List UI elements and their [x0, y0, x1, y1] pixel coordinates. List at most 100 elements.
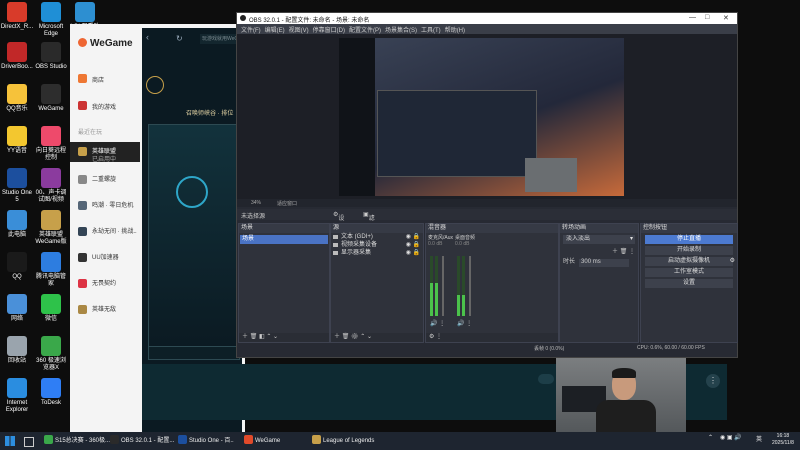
tray-expand-icon[interactable]: ⌃ — [708, 434, 713, 441]
down-icon[interactable]: ⌄ — [367, 334, 372, 340]
taskbar-app-label: S15总决赛 - 360极... — [55, 438, 111, 444]
desktop-icon[interactable]: 00、声卡调试图/视频 — [34, 168, 68, 204]
lock-icon[interactable]: 🔒 — [413, 241, 420, 249]
taskbar-app[interactable]: WeGame — [244, 435, 280, 447]
task-view-icon[interactable] — [24, 437, 34, 447]
ime-indicator[interactable]: 英 — [756, 434, 762, 443]
desktop-icon[interactable]: WeGame — [34, 84, 68, 113]
desktop-icon[interactable]: Studio One 5 — [0, 168, 34, 204]
start-virtual-camera-button[interactable]: 启动虚拟摄像机 ⚙ — [645, 257, 735, 266]
wegame-game-item[interactable]: 鸣潮 · 零日危机 — [70, 196, 140, 216]
wegame-game-item[interactable]: 英雄联盟 已启用中 — [70, 142, 140, 163]
lock-icon[interactable]: 🔒 — [413, 249, 420, 257]
desktop-icon[interactable]: QQ音乐 — [0, 84, 34, 113]
desktop-icon[interactable]: 网络 — [0, 294, 34, 323]
volume-fader[interactable] — [442, 256, 444, 316]
desktop-icon[interactable]: QQ — [0, 252, 34, 281]
desktop-icon[interactable]: Internet Explorer — [0, 378, 34, 414]
start-recording-button[interactable]: 开始录制 — [645, 246, 733, 255]
studio-mode-button[interactable]: 工作室模式 — [645, 268, 733, 277]
lol-bottom-button[interactable] — [538, 374, 554, 384]
mute-icon[interactable]: 🔊 ⋮ — [457, 320, 472, 327]
duration-input[interactable]: 300 ms — [579, 259, 630, 267]
close-icon[interactable]: ✕ — [723, 14, 729, 22]
menu-item[interactable]: 编辑(E) — [265, 25, 285, 34]
add-icon[interactable]: ＋ — [334, 334, 340, 340]
desktop-icon[interactable]: Microsoft Edge — [34, 2, 68, 38]
delete-icon[interactable]: 🗑 — [342, 334, 350, 340]
preview-fit-mode[interactable]: 适应窗口 — [277, 200, 297, 207]
desktop-icon[interactable]: DirectX_R... — [0, 2, 34, 31]
menu-item[interactable]: 配置文件(P) — [349, 25, 381, 34]
desktop-icon[interactable]: 向日葵远程控制 — [34, 126, 68, 162]
mute-icon[interactable]: 🔊 ⋮ — [430, 320, 445, 327]
wegame-game-item[interactable]: UU加速器 — [70, 248, 140, 268]
windows-start-icon[interactable] — [5, 436, 15, 446]
wegame-game-item[interactable]: 无畏契约 — [70, 274, 140, 294]
back-icon[interactable]: ‹ — [146, 32, 149, 42]
taskbar-app[interactable]: League of Legends — [312, 435, 374, 447]
desktop-icon-label: 此电脑 — [7, 232, 26, 238]
delete-icon[interactable]: 🗑 — [250, 334, 258, 340]
taskbar-app[interactable]: S15总决赛 - 360极... — [44, 435, 110, 447]
transition-select[interactable]: 淡入淡出 ▾ — [563, 235, 635, 244]
filter-icon[interactable]: ◧ — [259, 334, 265, 340]
eye-icon[interactable]: ◉ — [406, 241, 411, 249]
maximize-icon[interactable]: □ — [705, 14, 709, 21]
gear-icon[interactable]: ⚙ — [351, 334, 359, 340]
eye-icon[interactable]: ◉ — [406, 233, 411, 241]
desktop-icon[interactable]: 英雄联盟WeGame版 — [34, 210, 68, 246]
desktop-icon[interactable]: DriverBoo... — [0, 42, 34, 71]
taskbar-app[interactable]: Studio One - 百.. — [178, 435, 234, 447]
lock-icon[interactable]: 🔒 — [413, 233, 420, 241]
refresh-icon[interactable]: ↻ — [176, 34, 183, 43]
menu-item[interactable]: 帮助(H) — [445, 25, 465, 34]
menu-item[interactable]: 文件(F) — [241, 25, 261, 34]
add-icon[interactable]: ＋ — [242, 334, 248, 340]
source-item[interactable]: 文本 (GDI+) ◉ 🔒 — [331, 233, 423, 241]
desktop-icon[interactable]: YY语音 — [0, 126, 34, 155]
up-icon[interactable]: ⌃ — [360, 334, 365, 340]
menu-item[interactable]: 停靠窗口(D) — [313, 25, 345, 34]
more-icon[interactable]: ⋮ — [706, 374, 720, 388]
clock[interactable]: 16:18 2025/11/8 — [772, 433, 794, 447]
desktop-icon[interactable]: 此电脑 — [0, 210, 34, 239]
add-icon[interactable]: ＋ — [612, 249, 618, 255]
source-item[interactable]: 显示器采集 ◉ 🔒 — [331, 249, 423, 257]
source-item[interactable]: 视频采集设备 ◉ 🔒 — [331, 241, 423, 249]
desktop-icon[interactable]: OBS Studio — [34, 42, 68, 71]
wegame-game-item[interactable]: 二重螺旋 — [70, 170, 140, 190]
gear-icon[interactable]: ⚙ — [730, 257, 735, 266]
desktop-icon[interactable]: 微信 — [34, 294, 68, 323]
obs-preview[interactable] — [237, 34, 737, 199]
down-icon[interactable]: ⌄ — [273, 334, 278, 340]
tray-icons[interactable]: ◉ ▣ 🔊 — [720, 434, 742, 441]
volume-fader[interactable] — [469, 256, 471, 316]
taskbar-app[interactable]: OBS 32.0.1 - 配置... — [110, 435, 174, 447]
desktop-icon[interactable]: 回收站 — [0, 336, 34, 365]
up-icon[interactable]: ⌃ — [266, 334, 271, 340]
properties-tab[interactable]: ⚙ 设置 — [333, 211, 344, 231]
more-icon[interactable]: ⋮ — [629, 249, 635, 255]
settings-button[interactable]: 设置 — [645, 279, 733, 288]
desktop-icon[interactable]: ToDesk — [34, 378, 68, 407]
filters-tab[interactable]: ▣ 滤镜 — [363, 211, 375, 231]
menu-item[interactable]: 场景集合(S) — [385, 25, 417, 34]
delete-icon[interactable]: 🗑 — [620, 249, 628, 255]
scene-item[interactable]: 场景 — [240, 235, 328, 244]
menu-item[interactable]: 视图(V) — [289, 25, 309, 34]
wegame-game-item[interactable]: 英雄无敌 — [70, 300, 140, 320]
stop-streaming-button[interactable]: 停止直播 — [645, 235, 733, 244]
mixer-menu-icon[interactable]: ⚙ ⋮ — [429, 334, 442, 340]
wegame-game-item[interactable]: 永劫无间 · 挑战.. — [70, 222, 140, 242]
minimize-icon[interactable]: — — [689, 14, 696, 21]
desktop-icon[interactable]: 360 极速浏览器X — [34, 336, 68, 372]
preview-zoom[interactable]: 34% — [251, 200, 261, 206]
game-label: 鸣潮 · 零日危机 — [92, 203, 134, 209]
menu-item[interactable]: 工具(T) — [421, 25, 441, 34]
desktop-icon[interactable]: 腾讯电脑管家 — [34, 252, 68, 288]
eye-icon[interactable]: ◉ — [406, 249, 411, 257]
wegame-nav-my-games[interactable]: 我的游戏 — [70, 98, 140, 114]
wegame-nav-store[interactable]: 商店 — [70, 71, 140, 87]
lol-chat-box[interactable] — [148, 346, 240, 360]
